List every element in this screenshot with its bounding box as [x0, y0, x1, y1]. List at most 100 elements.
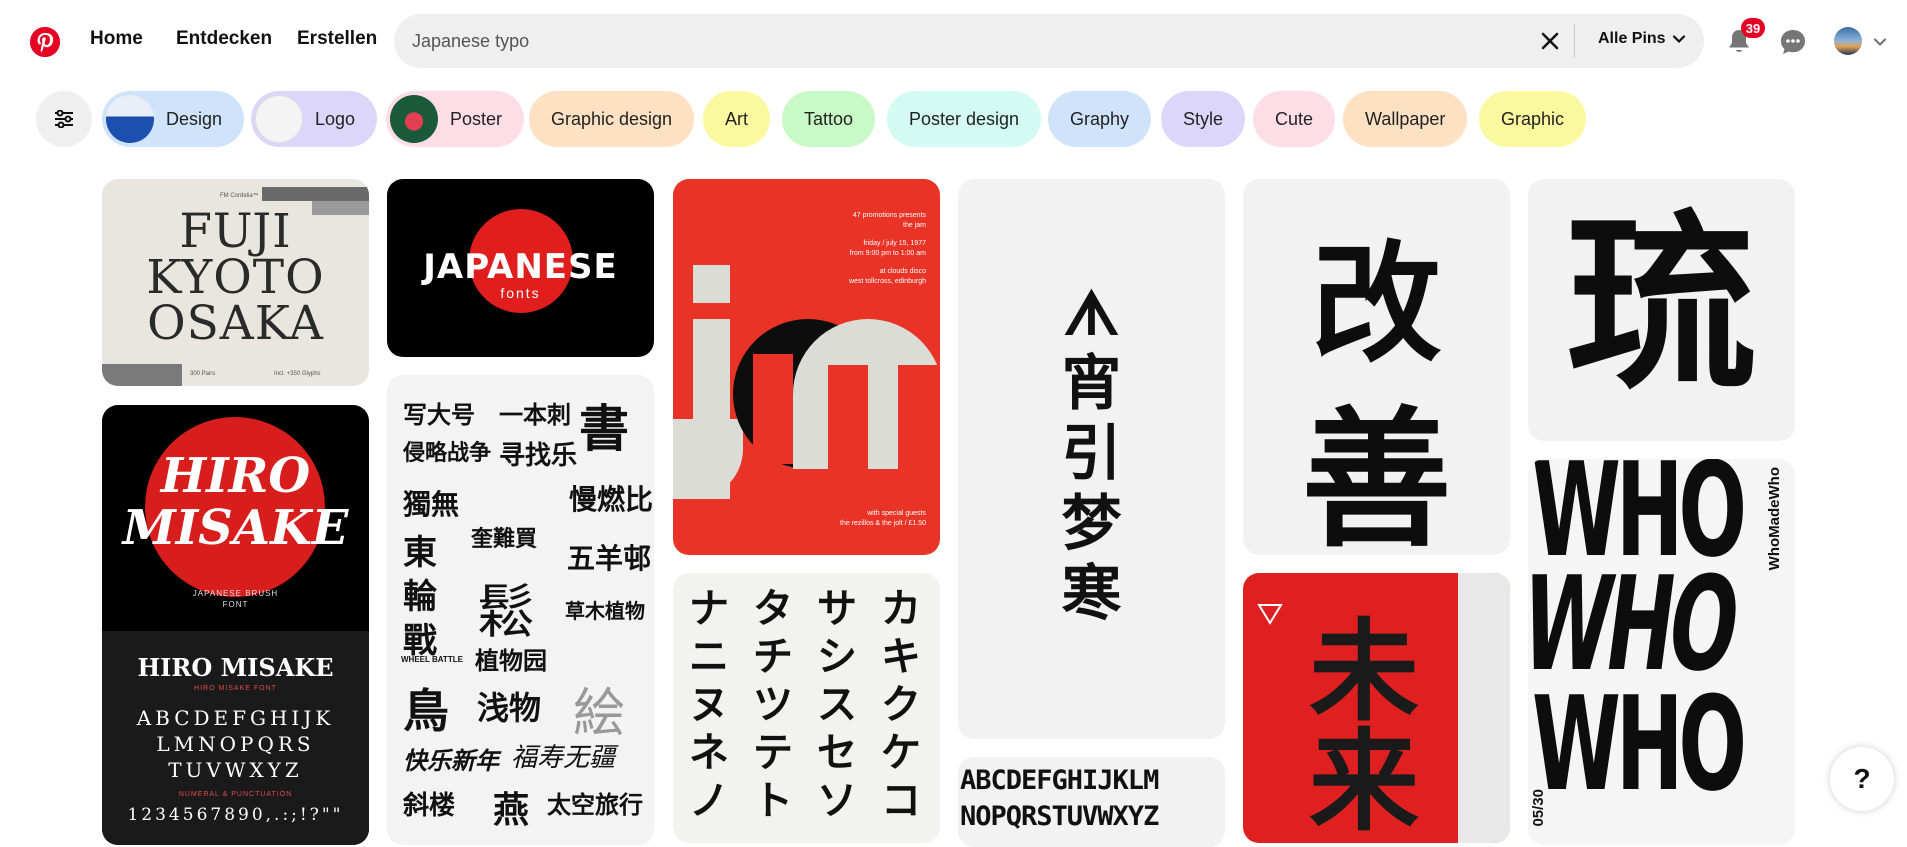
pin-text: WHEEL BATTLE	[401, 655, 463, 664]
search-divider	[1574, 24, 1575, 58]
chip-label: Design	[166, 108, 223, 129]
pin-calligraphy-collage[interactable]: 写大号 一本刺 書 侵略战争 寻找乐 慢燃比 獨無 奎難買 東 五羊邨 輪 鬆 …	[387, 375, 654, 845]
chip-thumbnail	[390, 95, 438, 143]
filter-chip-art[interactable]: Art	[703, 91, 771, 147]
pin-text: HIRO	[160, 448, 311, 504]
pin-hiro-misake[interactable]: HIRO MISAKE JAPANESE BRUSH FONT HIRO MIS…	[102, 405, 369, 845]
pin-whomadewho-poster[interactable]: WHO WHO WHO WhoMadeWho 05/30	[1528, 459, 1795, 845]
pin-japanese-fonts[interactable]: JAPANESE fonts	[387, 179, 654, 357]
pin-alphabet-strip[interactable]: ABCDEFGHIJKLM NOPQRSTUVWXYZ	[958, 757, 1225, 847]
pin-text: 05/30	[1530, 789, 1547, 827]
pin-text: 引	[1061, 420, 1122, 487]
pin-text: JAPANESE BRUSH	[192, 589, 279, 598]
filter-chip-cute[interactable]: Cute	[1253, 91, 1336, 147]
pin-text: 侵略战争	[403, 440, 492, 465]
pin-text: NUMERAL & PUNCTUATION	[178, 791, 293, 798]
search-scope-dropdown[interactable]: Alle Pins	[1598, 30, 1686, 48]
pin-text: ネテセケ	[689, 731, 940, 775]
filter-chip-logo[interactable]: Logo	[251, 91, 378, 147]
notifications-badge: 39	[1741, 18, 1765, 38]
pin-katakana-chart[interactable]: ナタサカ ニチシキ ヌツスク ネテセケ ノトソコ	[673, 573, 940, 843]
pin-kaizen-calligraphy[interactable]: 改 善	[1243, 179, 1510, 555]
pin-text: FM Cordelia™	[220, 193, 259, 199]
pin-text: 300 Pairs	[190, 371, 216, 377]
pin-text: WhoMadeWho	[1766, 467, 1783, 571]
pin-text: HIRO MISAKE	[137, 653, 334, 682]
pin-decoration	[898, 365, 940, 469]
clear-search-icon[interactable]	[1536, 27, 1564, 55]
filter-chip-design[interactable]: Design	[102, 91, 245, 147]
pin-red-poster[interactable]: 未来	[1243, 573, 1510, 843]
pin-text: WHO	[1532, 668, 1747, 820]
chip-thumbnail	[255, 95, 303, 143]
search-input[interactable]	[412, 28, 1412, 54]
pin-text: 一本刺	[499, 402, 571, 429]
account-menu-chevron-icon[interactable]	[1868, 22, 1892, 62]
filter-chip-style[interactable]: Style	[1161, 91, 1246, 147]
filter-settings-icon[interactable]	[36, 91, 92, 147]
pin-text: Incl. +350 Glyphs	[274, 371, 321, 377]
pin-text: 琉	[1566, 199, 1757, 411]
pin-text: 寻找乐	[499, 440, 578, 470]
pin-text: 宵	[1061, 350, 1122, 417]
pin-text: with special guests	[867, 510, 926, 517]
pin-text: KYOTO	[146, 250, 325, 305]
pin-text: ABCDEFGHIJKLM	[960, 765, 1159, 796]
pin-text: 輪	[403, 578, 437, 616]
help-button[interactable]: ?	[1830, 747, 1894, 811]
pin-decoration	[673, 419, 743, 499]
filter-chip-graphic[interactable]: Graphic	[1479, 91, 1587, 147]
pin-text: 書	[579, 401, 629, 457]
pin-headline: HIRO MISAKE	[102, 450, 369, 554]
pin-decoration	[102, 364, 182, 386]
triangle-icon	[1257, 603, 1283, 630]
filter-chip-poster-design[interactable]: Poster design	[887, 91, 1042, 147]
pin-text: 梦	[1061, 490, 1122, 557]
pin-blob-glyph[interactable]: 琉	[1528, 179, 1795, 441]
filter-chip-graphic-design[interactable]: Graphic design	[529, 91, 695, 147]
user-avatar[interactable]	[1834, 27, 1862, 55]
pin-headline: FUJI KYOTO OSAKA	[102, 204, 369, 351]
pin-text: 慢燃比	[569, 484, 654, 515]
pin-text: 鳥	[403, 685, 449, 737]
pin-text: 東	[403, 534, 437, 572]
pin-decoration	[828, 365, 868, 469]
filter-chip-poster[interactable]: Poster	[386, 91, 525, 147]
pin-decoration	[1458, 573, 1510, 843]
pin-text: 鬆	[477, 580, 536, 645]
pin-text: LMNOPQRS	[156, 732, 315, 756]
nav-erstellen[interactable]: Erstellen	[297, 28, 377, 50]
filter-chip-wallpaper[interactable]: Wallpaper	[1343, 91, 1468, 147]
pin-text: NOPQRSTUVWXYZ	[960, 801, 1159, 832]
pin-event-guests: with special guests the rezillos & the j…	[840, 509, 926, 529]
pin-katakana-grid: ナタサカ ニチシキ ヌツスク ネテセケ ノトソコ	[689, 585, 940, 825]
pin-decoration	[753, 354, 793, 464]
pin-text: FUJI	[179, 204, 292, 259]
pin-alphabet: ABCDEFGHIJK LMNOPQRS TUVWXYZ	[102, 705, 369, 783]
pinterest-logo-icon[interactable]	[30, 27, 60, 57]
pin-text: 1234567890,.:;!?""	[127, 805, 344, 825]
pin-text: OSAKA	[147, 296, 324, 351]
nav-entdecken[interactable]: Entdecken	[176, 28, 272, 50]
pin-text: from 9:00 pm to 1:00 am	[849, 250, 926, 257]
pin-text: 絵	[573, 685, 626, 743]
pin-text: 草木植物	[565, 601, 645, 623]
pin-decoration	[693, 265, 730, 303]
messages-icon[interactable]	[1773, 22, 1813, 62]
nav-home[interactable]: Home	[90, 28, 143, 50]
pin-text: ナタサカ	[689, 587, 940, 631]
chevron-down-icon	[1672, 35, 1685, 44]
filter-chip-graphy[interactable]: Graphy	[1048, 91, 1152, 147]
pin-text: TUVWXYZ	[168, 758, 303, 782]
pin-text: JAPANESE	[423, 247, 618, 287]
pin-fuji-kyoto-osaka[interactable]: FM Cordelia™ FUJI KYOTO OSAKA 300 Pairs …	[102, 179, 369, 386]
pin-vertical-typography[interactable]: ᗑ 宵 引 梦 寒	[958, 179, 1225, 739]
filter-chip-tattoo[interactable]: Tattoo	[782, 91, 876, 147]
pin-text: the rezillos & the jolt / £1.50	[840, 520, 926, 527]
pin-text: at clouds disco	[879, 268, 926, 275]
pin-text: ᗑ	[1063, 280, 1120, 347]
pin-text: 五羊邨	[567, 543, 652, 574]
search-bar: Alle Pins	[394, 14, 1704, 68]
chip-thumbnail	[106, 95, 154, 143]
pin-jam-poster[interactable]: 47 promotions presents the jam friday / …	[673, 179, 940, 555]
